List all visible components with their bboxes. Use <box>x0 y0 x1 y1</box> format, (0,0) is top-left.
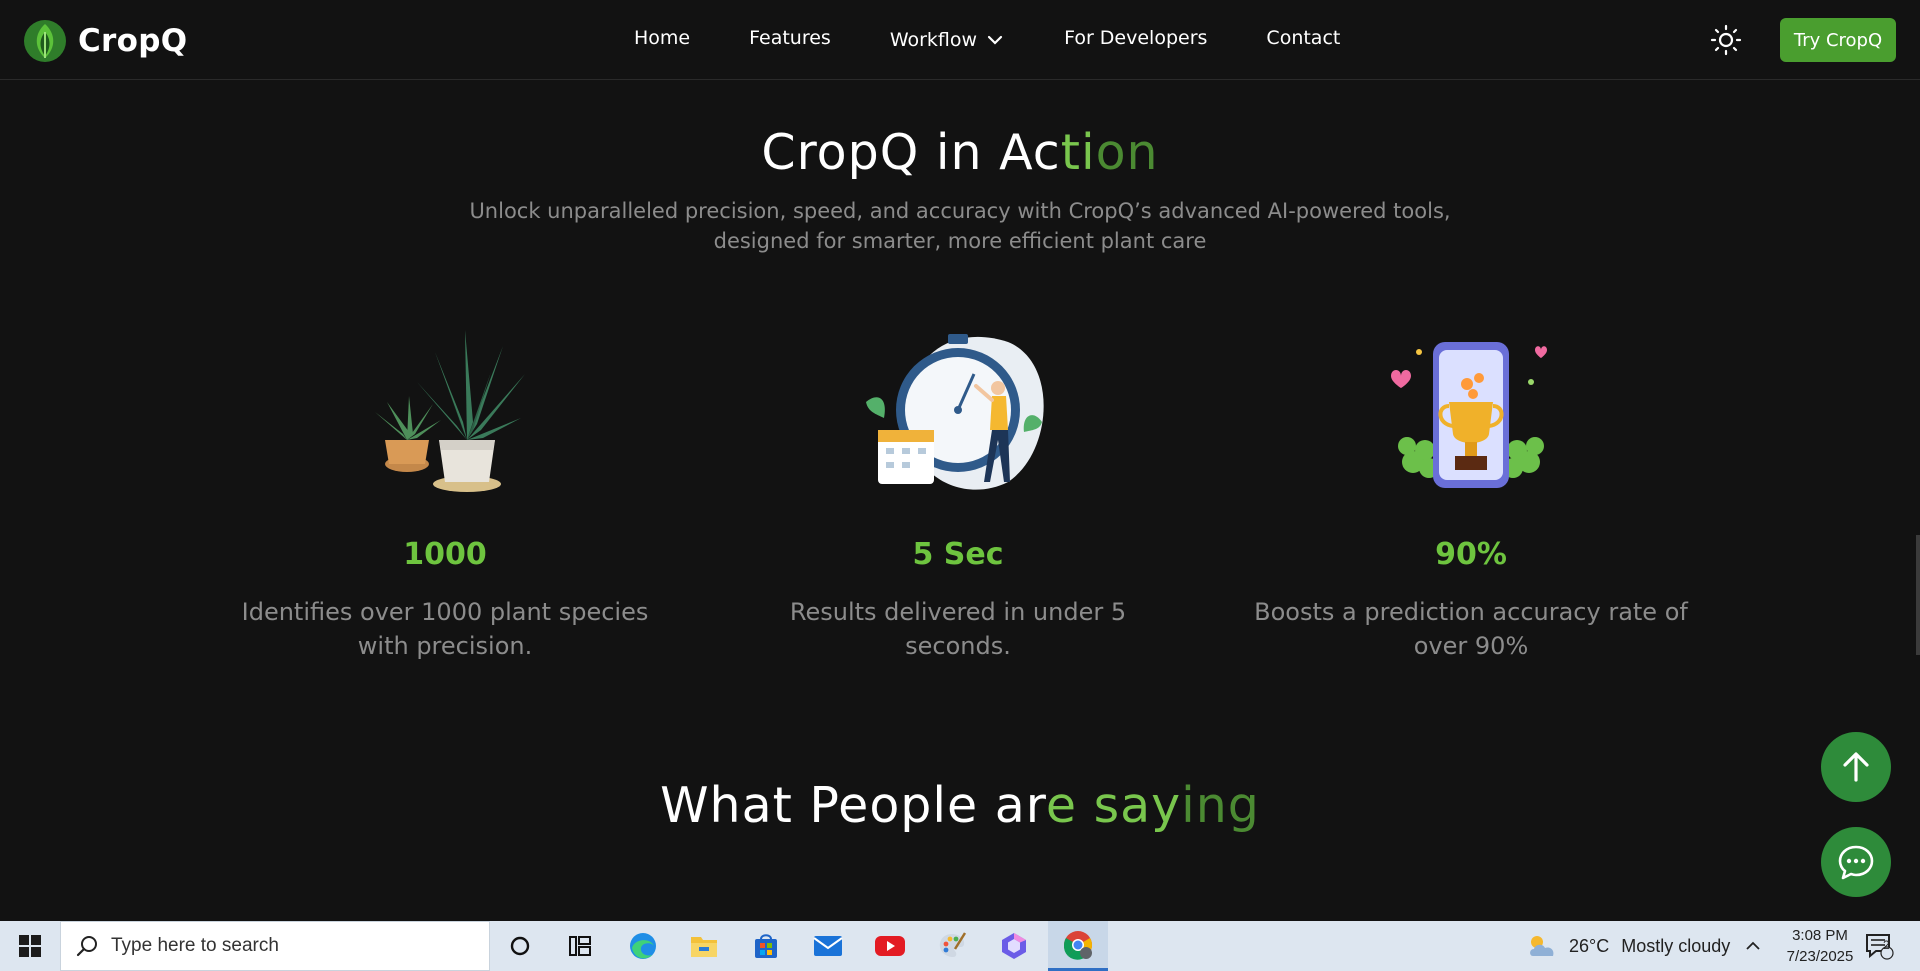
taskbar-search[interactable] <box>60 921 490 971</box>
notification-center-button[interactable]: 2 <box>1864 921 1894 971</box>
trophy-phone-illustration-icon <box>1391 342 1547 488</box>
windows-logo-icon <box>19 935 41 957</box>
store-bag-icon <box>755 934 777 958</box>
chat-bubble-icon <box>1838 845 1874 880</box>
page-scrollbar-thumb[interactable] <box>1916 535 1920 655</box>
start-button[interactable] <box>0 921 60 971</box>
taskbar-chrome[interactable] <box>1048 921 1108 971</box>
taskbar-mail[interactable] <box>798 921 858 971</box>
stat-card-accuracy: 90% Boosts a prediction accuracy rate of… <box>1231 322 1711 663</box>
section-title-testimonials: What People are saying <box>0 777 1920 834</box>
nav-workflow-dropdown[interactable]: Workflow <box>890 24 1005 51</box>
windows-taskbar: 26°C Mostly cloudy 3:08 PM 7/23/2025 2 <box>0 921 1920 971</box>
subtitle-line-1: Unlock unparalleled precision, speed, an… <box>469 199 1451 223</box>
taskbar-edge[interactable] <box>613 921 673 971</box>
cortana-button[interactable] <box>490 921 550 971</box>
taskbar-search-input[interactable] <box>111 935 471 957</box>
chrome-browser-icon <box>1063 930 1092 960</box>
cortana-circle-icon <box>510 936 530 956</box>
task-view-icon <box>569 936 591 956</box>
testimonials-title-green-text: e say <box>1045 777 1182 834</box>
youtube-icon <box>875 936 905 956</box>
nav-features[interactable]: Features <box>749 27 831 49</box>
arrow-up-icon <box>1843 752 1869 782</box>
page: CropQ Home Features Workflow For Develop… <box>0 0 1920 971</box>
section-title-in-action: CropQ in Action <box>0 124 1920 181</box>
taskbar-store[interactable] <box>736 921 796 971</box>
stopwatch-person-illustration-icon <box>866 334 1044 490</box>
nav-home[interactable]: Home <box>634 27 690 49</box>
chevron-down-icon <box>987 35 1003 45</box>
copilot-icon <box>1002 933 1026 959</box>
navbar: CropQ Home Features Workflow For Develop… <box>0 0 1920 80</box>
title-green-text: ti <box>1060 124 1096 181</box>
try-cropq-button[interactable]: Try CropQ <box>1780 18 1896 62</box>
taskbar-youtube[interactable] <box>860 921 920 971</box>
potted-plants-illustration-icon <box>375 330 525 492</box>
stat-description-species: Identifies over 1000 plant species with … <box>241 598 649 660</box>
leaf-logo-icon <box>24 20 66 62</box>
weather-description: Mostly cloudy <box>1621 935 1731 956</box>
taskbar-copilot[interactable] <box>984 921 1044 971</box>
stat-card-species: 1000 Identifies over 1000 plant species … <box>205 322 685 663</box>
search-icon <box>76 936 97 957</box>
stat-card-speed: 5 Sec Results delivered in under 5 secon… <box>718 322 1198 663</box>
task-view-button[interactable] <box>550 921 610 971</box>
scroll-to-top-button[interactable] <box>1821 732 1891 802</box>
mail-envelope-icon <box>813 936 843 956</box>
nav-links: Home Features Workflow For Developers Co… <box>634 24 1340 52</box>
stat-description-speed: Results delivered in under 5 seconds. <box>789 598 1127 660</box>
taskbar-clock[interactable]: 3:08 PM 7/23/2025 <box>1765 925 1875 967</box>
notification-count: 2 <box>1883 938 1890 952</box>
clock-time: 3:08 PM <box>1792 927 1848 944</box>
stat-value-speed: 5 Sec <box>912 537 1004 572</box>
brand-name: CropQ <box>78 23 188 59</box>
nav-contact[interactable]: Contact <box>1266 27 1340 49</box>
folder-icon <box>691 937 717 957</box>
chat-button[interactable] <box>1821 827 1891 897</box>
clock-date: 7/23/2025 <box>1786 948 1854 965</box>
chevron-up-icon <box>1746 941 1760 950</box>
subtitle-line-2: designed for smarter, more efficient pla… <box>713 229 1207 253</box>
nav-workflow-label: Workflow <box>889 29 978 51</box>
weather-widget[interactable]: 26°C Mostly cloudy <box>1525 921 1730 971</box>
stat-value-accuracy: 90% <box>1435 537 1507 572</box>
title-dark-green-text: on <box>1095 124 1159 181</box>
testimonials-title-main-text: What People ar <box>660 777 1046 834</box>
weather-temperature: 26°C <box>1569 935 1610 956</box>
testimonials-title-dark-green-text: ing <box>1181 777 1260 834</box>
show-hidden-icons-button[interactable] <box>1744 921 1762 971</box>
taskbar-paint[interactable] <box>922 921 982 971</box>
nav-for-developers[interactable]: For Developers <box>1064 27 1207 49</box>
title-main-text: CropQ in Ac <box>761 124 1061 181</box>
edge-browser-icon <box>630 933 656 959</box>
cloudy-weather-icon <box>1530 936 1554 956</box>
stat-description-accuracy: Boosts a prediction accuracy rate of ove… <box>1254 598 1688 660</box>
stat-value-species: 1000 <box>403 537 487 572</box>
section-subtitle: Unlock unparalleled precision, speed, an… <box>0 196 1920 256</box>
paint-palette-icon <box>939 932 967 957</box>
taskbar-file-explorer[interactable] <box>674 921 734 971</box>
sun-icon[interactable] <box>1710 24 1742 56</box>
brand[interactable]: CropQ <box>22 18 187 64</box>
